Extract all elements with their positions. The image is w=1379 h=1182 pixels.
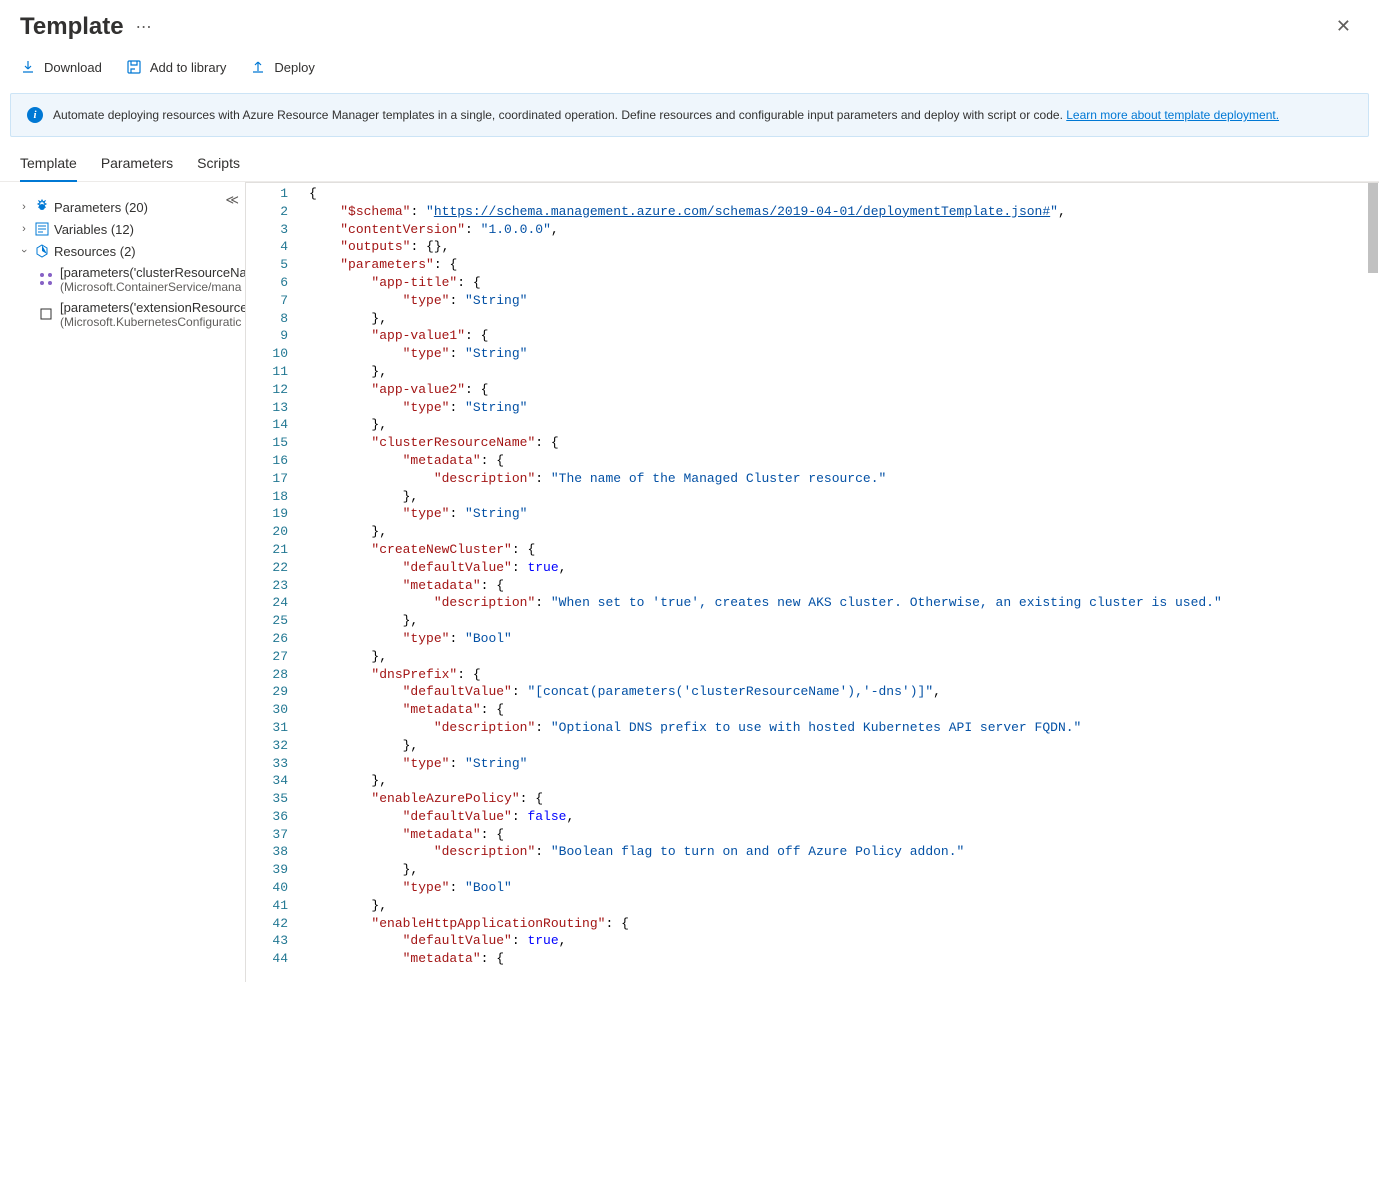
download-button[interactable]: Download (20, 59, 102, 75)
code-area[interactable]: { "$schema": "https://schema.management.… (300, 183, 1379, 982)
tree-item-sub: (Microsoft.ContainerService/mana (60, 280, 245, 294)
tree-resource-item[interactable]: [parameters('extensionResourceNa (Micros… (38, 297, 245, 332)
close-icon[interactable]: ✕ (1328, 12, 1359, 41)
scrollbar-thumb[interactable] (1368, 183, 1378, 273)
save-icon (126, 59, 142, 75)
page-title: Template (20, 13, 124, 41)
info-text: Automate deploying resources with Azure … (53, 108, 1066, 122)
tree-node-resources[interactable]: › Resources (2) (18, 240, 245, 262)
extension-icon (38, 306, 54, 322)
tree-node-variables[interactable]: › Variables (12) (18, 218, 245, 240)
tree-label: Variables (12) (54, 222, 134, 237)
more-icon[interactable]: ⋯ (136, 17, 152, 37)
tree-label: Resources (2) (54, 244, 136, 259)
deploy-label: Deploy (274, 60, 314, 75)
download-icon (20, 59, 36, 75)
tree-resource-item[interactable]: [parameters('clusterResourceName (Micros… (38, 262, 245, 297)
variables-icon (34, 221, 50, 237)
vertical-scrollbar[interactable] (1365, 183, 1379, 982)
download-label: Download (44, 60, 102, 75)
learn-more-link[interactable]: Learn more about template deployment. (1066, 108, 1279, 122)
tab-parameters[interactable]: Parameters (101, 155, 173, 181)
tree-item-title: [parameters('clusterResourceName (60, 265, 245, 280)
chevron-right-icon: › (18, 201, 30, 213)
cluster-icon (38, 271, 54, 287)
add-to-library-label: Add to library (150, 60, 227, 75)
resources-icon (34, 243, 50, 259)
chevron-right-icon: › (18, 223, 30, 235)
tab-template[interactable]: Template (20, 155, 77, 181)
tree-node-parameters[interactable]: › Parameters (20) (18, 196, 245, 218)
info-icon: i (27, 107, 43, 123)
deploy-icon (250, 59, 266, 75)
info-banner: i Automate deploying resources with Azur… (10, 93, 1369, 137)
tree-item-sub: (Microsoft.KubernetesConfiguratic (60, 315, 245, 329)
tree-item-title: [parameters('extensionResourceNa (60, 300, 245, 315)
tree-label: Parameters (20) (54, 200, 148, 215)
chevron-down-icon: › (18, 245, 30, 257)
parameters-icon (34, 199, 50, 215)
collapse-panel-icon[interactable]: ≪ (225, 192, 239, 208)
tree-panel: ≪ › Parameters (20) › Variables (12) › R… (0, 182, 245, 982)
add-to-library-button[interactable]: Add to library (126, 59, 227, 75)
line-gutter: 1234567891011121314151617181920212223242… (246, 183, 300, 982)
tab-scripts[interactable]: Scripts (197, 155, 240, 181)
code-editor[interactable]: 1234567891011121314151617181920212223242… (245, 182, 1379, 982)
deploy-button[interactable]: Deploy (250, 59, 314, 75)
